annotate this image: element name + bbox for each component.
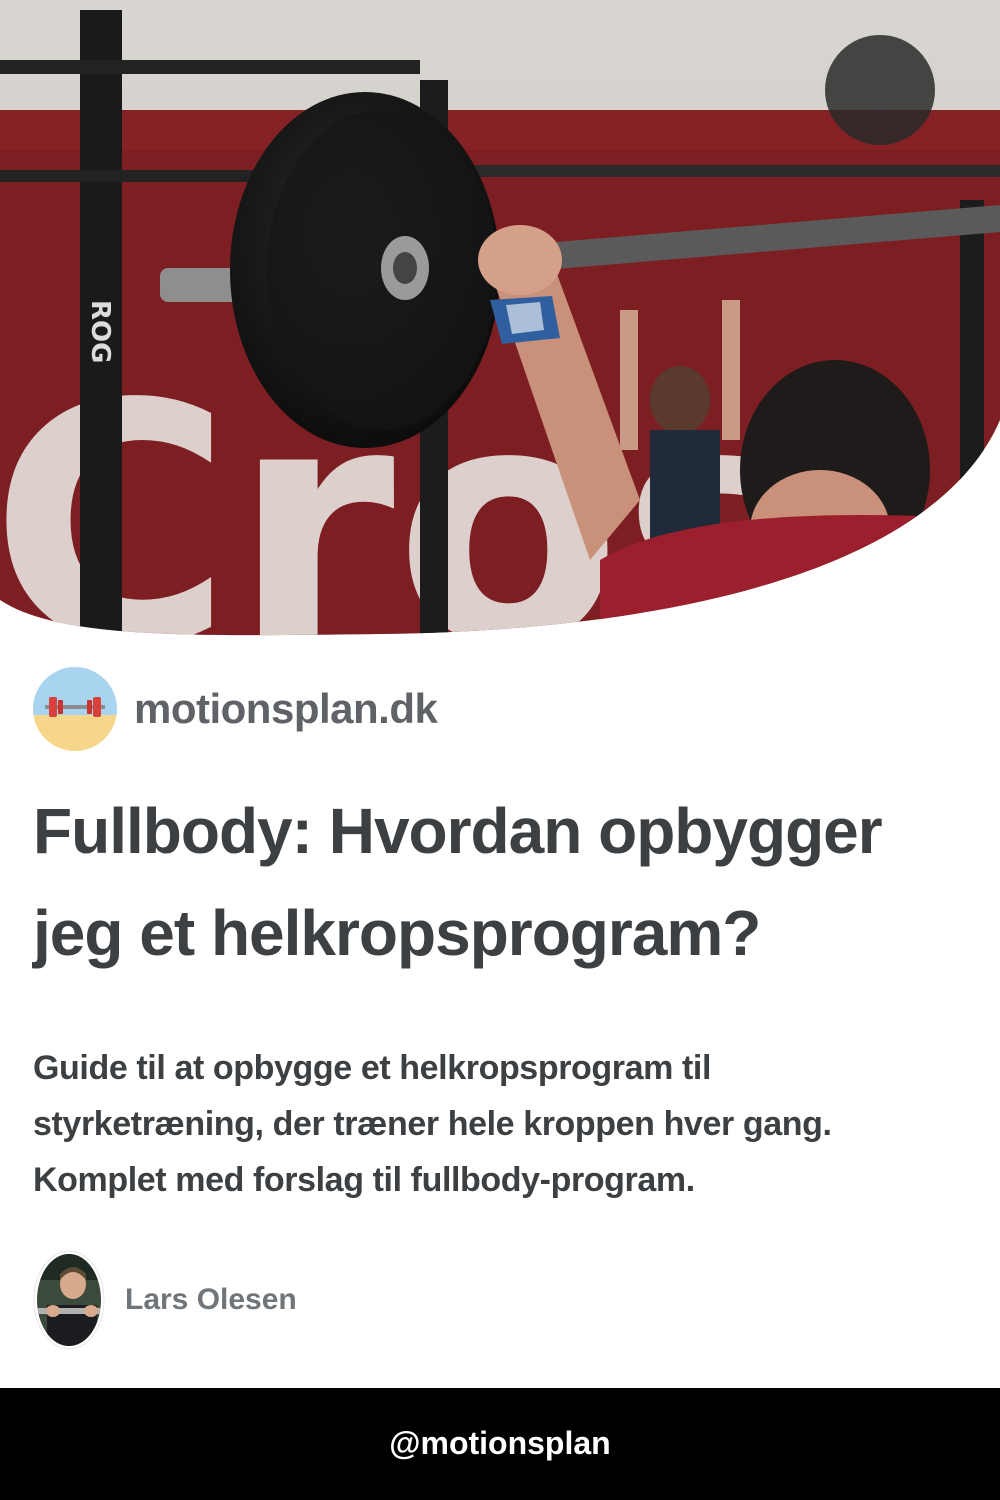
article-description: Guide til at opbygge et helkropsprogram … bbox=[33, 1049, 832, 1199]
rig-lettering: ROG bbox=[85, 300, 115, 363]
site-header[interactable]: motionsplan.dk bbox=[33, 667, 438, 751]
author-info[interactable]: Lars Olesen bbox=[33, 1250, 297, 1350]
share-card: Cros ROG motionsplan.dk Fullbody: Hvorda… bbox=[0, 0, 1000, 1500]
social-handle[interactable]: @motionsplan bbox=[389, 1425, 610, 1462]
author-name[interactable]: Lars Olesen bbox=[125, 1283, 297, 1317]
barbell-beach-icon bbox=[33, 667, 117, 751]
article-title[interactable]: Fullbody: Hvordan opbygger jeg et helkro… bbox=[33, 780, 973, 984]
author-avatar bbox=[33, 1250, 105, 1350]
footer-bar: @motionsplan bbox=[0, 1388, 1000, 1500]
hero-image: Cros ROG bbox=[0, 0, 1000, 640]
site-name[interactable]: motionsplan.dk bbox=[134, 685, 438, 733]
